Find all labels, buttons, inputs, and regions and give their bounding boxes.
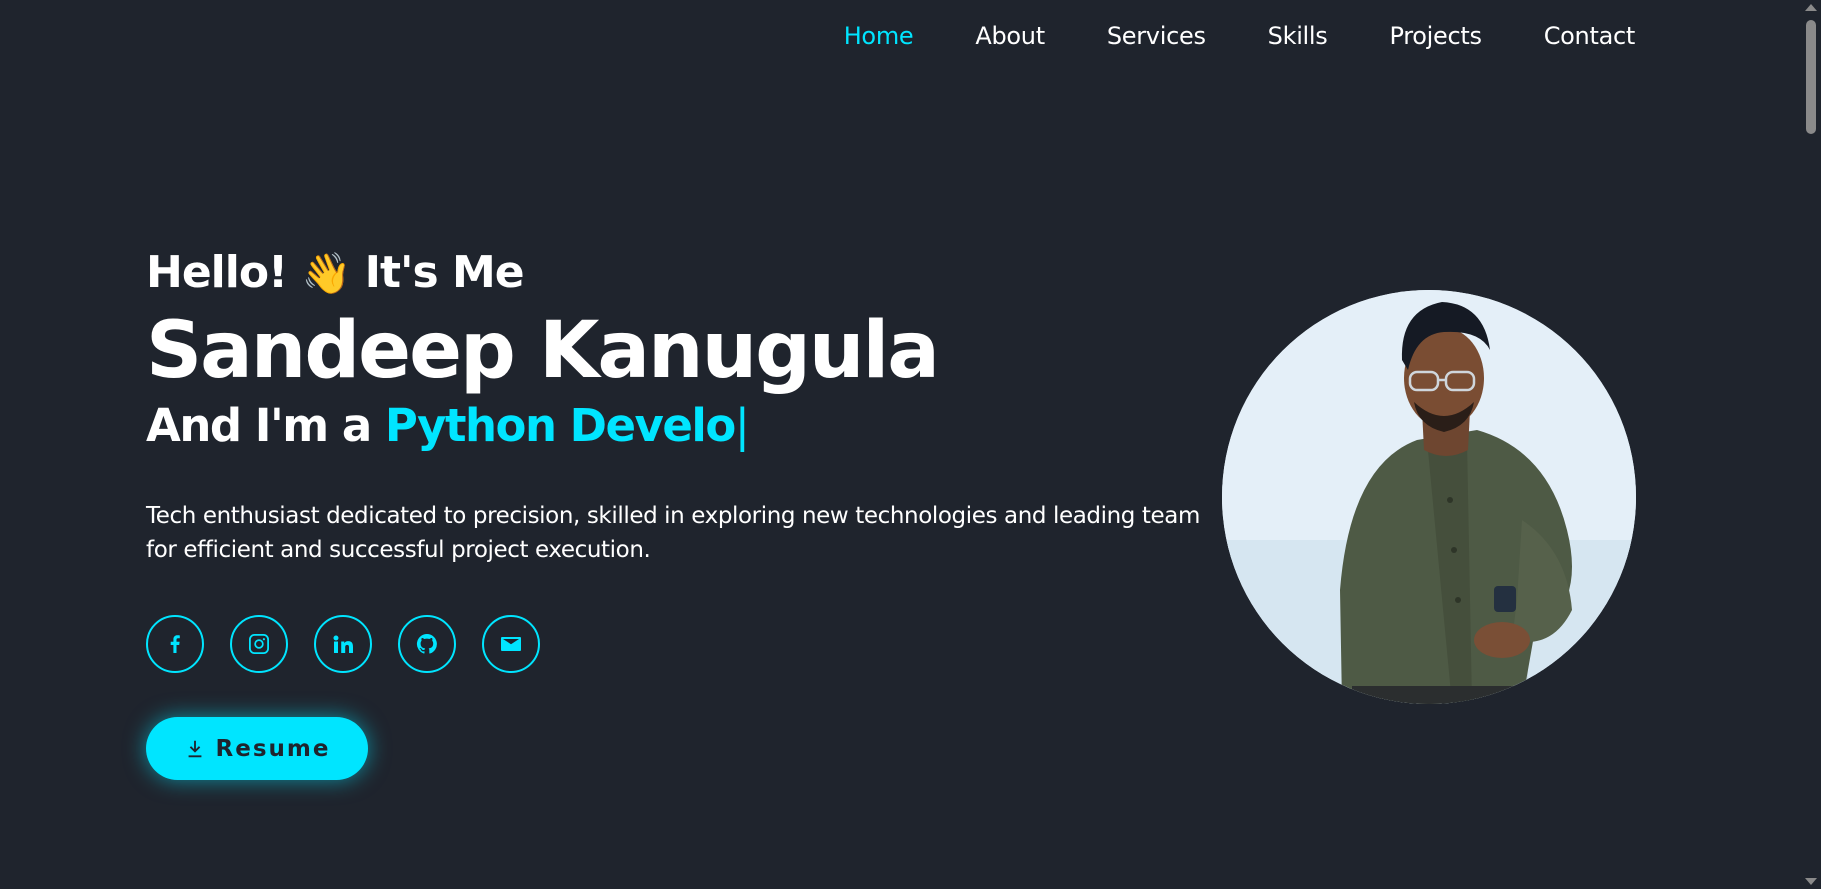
resume-download-button[interactable]: Resume (146, 717, 368, 780)
social-links (146, 615, 1206, 673)
instagram-link[interactable] (230, 615, 288, 673)
waving-hand-icon: 👋 (301, 251, 351, 297)
scrollbar-thumb[interactable] (1806, 20, 1816, 134)
download-icon (188, 740, 201, 757)
profile-photo-illustration (1222, 290, 1636, 704)
facebook-icon (170, 635, 180, 653)
github-link[interactable] (398, 615, 456, 673)
profile-photo (1222, 290, 1636, 704)
role-prefix: And I'm a (146, 399, 372, 452)
scroll-up-arrow-icon[interactable] (1805, 4, 1817, 11)
linkedin-icon (333, 635, 353, 653)
nav-contact[interactable]: Contact (1544, 22, 1636, 50)
nav-skills[interactable]: Skills (1268, 22, 1328, 50)
github-icon (416, 633, 437, 654)
typing-cursor: | (734, 399, 750, 452)
role-heading: And I'm a Python Develo| (146, 395, 1206, 457)
top-nav: Home About Services Skills Projects Cont… (0, 22, 1636, 50)
vertical-scrollbar[interactable] (1800, 0, 1821, 889)
nav-projects[interactable]: Projects (1390, 22, 1483, 50)
hero-description: Tech enthusiast dedicated to precision, … (146, 503, 1200, 563)
nav-services[interactable]: Services (1107, 22, 1206, 50)
hero-section: Hello! 👋 It's Me Sandeep Kanugula And I'… (146, 240, 1206, 780)
linkedin-link[interactable] (314, 615, 372, 673)
name-heading: Sandeep Kanugula (146, 306, 940, 396)
role-typed-text: Python Develo (384, 399, 736, 452)
page: Home About Services Skills Projects Cont… (0, 0, 1821, 889)
nav-home[interactable]: Home (844, 22, 914, 50)
instagram-icon (249, 634, 269, 654)
greeting-prefix: Hello! (146, 247, 288, 298)
resume-button-label: Resume (215, 735, 331, 762)
email-icon (501, 637, 521, 651)
greeting-suffix: It's Me (364, 247, 525, 298)
nav-about[interactable]: About (975, 22, 1045, 50)
greeting-heading: Hello! 👋 It's Me (146, 240, 1206, 307)
facebook-link[interactable] (146, 615, 204, 673)
scroll-down-arrow-icon[interactable] (1805, 878, 1817, 885)
email-link[interactable] (482, 615, 540, 673)
